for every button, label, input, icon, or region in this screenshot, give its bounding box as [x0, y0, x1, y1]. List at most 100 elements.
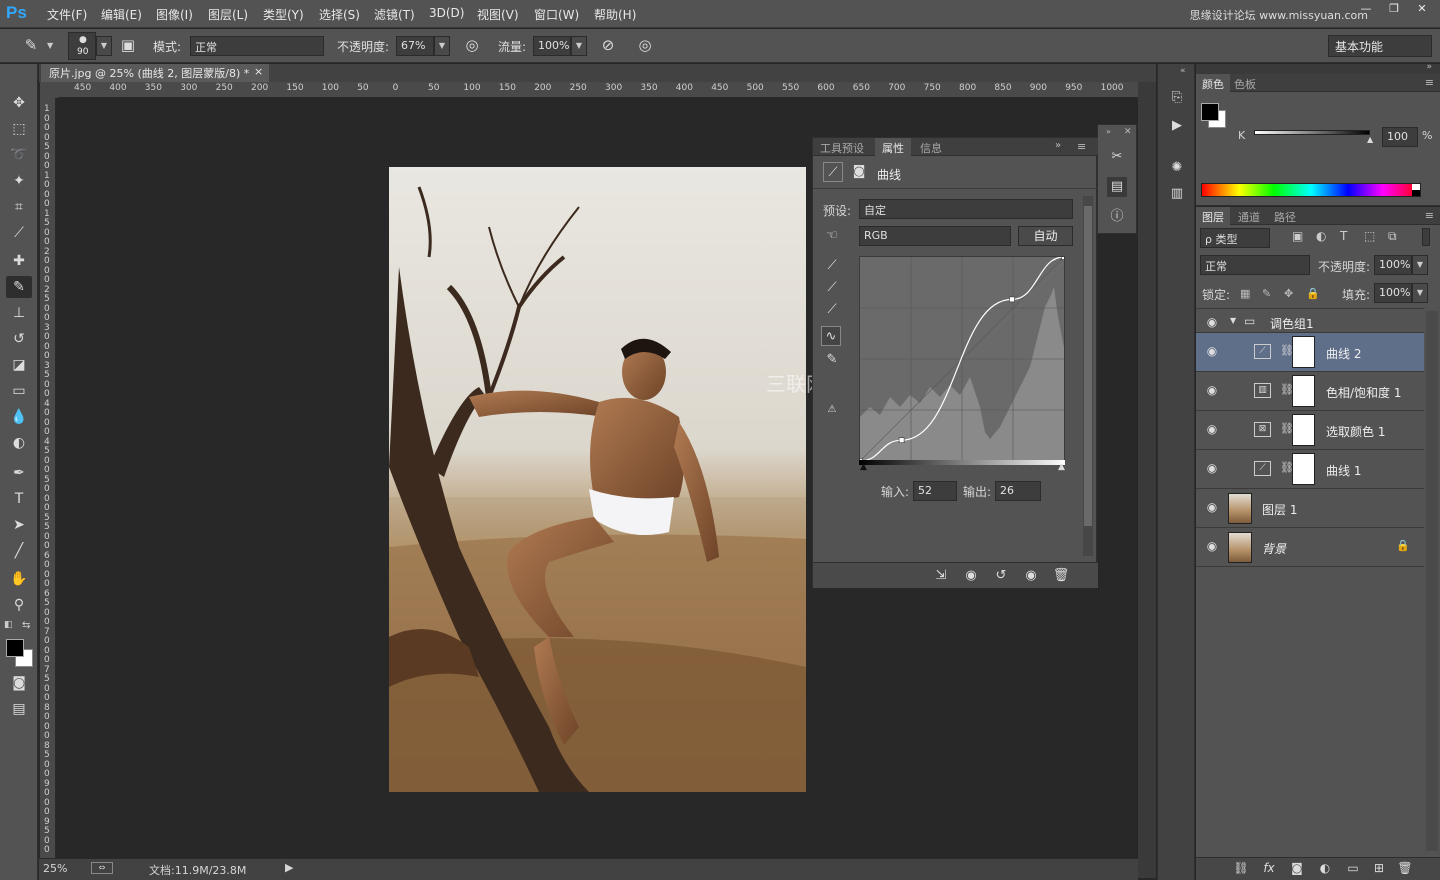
white-point-eyedropper-icon[interactable]: ⟋ [822, 300, 842, 320]
quick-mask-icon[interactable]: ◙ [6, 672, 32, 694]
layer-thumbnail[interactable] [1228, 493, 1252, 524]
menu-3d[interactable]: 3D(D) [429, 6, 464, 20]
document-photo[interactable] [389, 167, 806, 792]
opacity-dropdown[interactable]: ▼ [434, 36, 450, 56]
clipping-warning-icon[interactable]: ⚠ [822, 400, 842, 420]
status-icon[interactable]: ⇔ [91, 862, 113, 874]
status-menu-arrow-icon[interactable]: ▶ [285, 861, 293, 874]
filter-smart-object-icon[interactable]: ⧉ [1388, 229, 1397, 244]
chevron-down-icon[interactable]: ▼ [47, 41, 53, 50]
view-previous-icon[interactable]: ◉ [961, 566, 981, 586]
filter-type-icon[interactable]: T [1340, 229, 1347, 243]
brush-preset-picker[interactable]: ● 90 [68, 32, 96, 60]
layer-row[interactable]: ◉ 背景 🔒 [1196, 528, 1424, 567]
curve-point-tool-icon[interactable]: ∿ [821, 326, 841, 346]
zoom-level[interactable]: 25% [43, 862, 67, 875]
tab-info[interactable]: 信息 [913, 138, 949, 156]
new-group-icon[interactable]: ▭ [1344, 861, 1362, 877]
default-colors-icon[interactable]: ◧ [4, 620, 13, 630]
lock-transparent-icon[interactable]: ▦ [1240, 287, 1250, 300]
flow-input[interactable]: 100% [533, 36, 571, 56]
layer-mask-thumbnail[interactable] [1292, 375, 1315, 407]
tab-color[interactable]: 颜色 [1196, 74, 1230, 92]
actions-play-icon[interactable]: ▶ [1167, 116, 1187, 136]
filter-shape-icon[interactable]: ⬚ [1364, 229, 1375, 243]
slider-thumb-icon[interactable]: ▲ [1367, 135, 1373, 144]
clone-source-icon[interactable]: ▥ [1167, 184, 1187, 204]
minimize-button[interactable]: — [1352, 2, 1380, 16]
fill-dropdown[interactable]: ▼ [1412, 283, 1428, 303]
history-brush-tool-icon[interactable]: ↺ [6, 328, 32, 350]
eye-icon[interactable]: ◉ [1204, 422, 1220, 436]
brush-size-dropdown[interactable]: ▼ [96, 36, 112, 56]
auto-button[interactable]: 自动 [1018, 226, 1073, 246]
filter-pixel-icon[interactable]: ▣ [1292, 229, 1303, 243]
curves-adjustment-icon[interactable]: ⟋ [823, 162, 843, 182]
brush-settings-icon[interactable]: ✺ [1167, 158, 1187, 178]
menu-edit[interactable]: 编辑(E) [101, 6, 142, 23]
foreground-color-swatch[interactable] [1201, 103, 1219, 121]
close-button[interactable]: ✕ [1408, 2, 1436, 16]
menu-view[interactable]: 视图(V) [477, 6, 519, 23]
eyedropper-tool-icon[interactable]: ⟋ [6, 222, 32, 244]
layer-row[interactable]: ◉ ⊠ ⛓ 选取颜色 1 [1196, 411, 1424, 450]
layer-mask-thumbnail[interactable] [1292, 336, 1315, 368]
airbrush-icon[interactable]: ⊘ [597, 34, 619, 56]
ruler-origin[interactable] [40, 82, 58, 98]
tab-paths[interactable]: 路径 [1268, 207, 1302, 225]
tab-swatches[interactable]: 色板 [1228, 74, 1262, 92]
line-tool-icon[interactable]: ╱ [6, 540, 32, 562]
eye-icon[interactable]: ◉ [1204, 461, 1220, 475]
pen-tool-icon[interactable]: ✒ [6, 462, 32, 484]
eye-icon[interactable]: ◉ [1204, 539, 1220, 553]
clip-to-layer-icon[interactable]: ⇲ [931, 566, 951, 586]
menu-filter[interactable]: 滤镜(T) [374, 6, 415, 23]
white-slider-icon[interactable]: ▲ [1058, 462, 1065, 472]
menu-type[interactable]: 类型(Y) [263, 6, 304, 23]
expand-group-icon[interactable]: ▼ [1230, 316, 1236, 325]
lasso-tool-icon[interactable]: ➰ [6, 144, 32, 166]
history-icon[interactable]: ⎘ [1167, 88, 1187, 108]
curves-graph[interactable] [857, 254, 1067, 464]
eye-icon[interactable]: ◉ [1204, 344, 1220, 358]
layers-scrollbar[interactable] [1426, 311, 1438, 851]
hand-tool-icon[interactable]: ✋ [6, 568, 32, 590]
fx-icon[interactable]: fx [1260, 861, 1278, 877]
new-adjustment-icon[interactable]: ◐ [1316, 861, 1334, 877]
layer-row[interactable]: ◉ ▥ ⛓ 色相/饱和度 1 [1196, 372, 1424, 411]
output-value[interactable]: 26 [995, 481, 1041, 501]
brush-panel-icon[interactable]: ▣ [117, 34, 139, 56]
eraser-tool-icon[interactable]: ◪ [6, 354, 32, 376]
new-layer-icon[interactable]: ⊞ [1370, 861, 1388, 877]
collapse-icon[interactable]: » [1055, 140, 1061, 151]
menu-select[interactable]: 选择(S) [319, 6, 360, 23]
brush-tool-icon[interactable]: ✎ [6, 276, 32, 298]
panel-menu-icon[interactable]: ≡ [1425, 76, 1434, 89]
delete-layer-icon[interactable]: 🗑 [1396, 861, 1414, 877]
swap-colors-icon[interactable]: ⇆ [22, 620, 30, 631]
gradient-tool-icon[interactable]: ▭ [6, 380, 32, 402]
target-adjust-hand-icon[interactable]: ☜ [822, 226, 842, 246]
filter-adjustment-icon[interactable]: ◐ [1316, 229, 1326, 243]
menu-help[interactable]: 帮助(H) [594, 6, 636, 23]
lock-position-icon[interactable]: ✥ [1284, 287, 1293, 300]
menu-file[interactable]: 文件(F) [47, 6, 87, 23]
curve-control-point[interactable] [1009, 296, 1015, 303]
layer-filter-select[interactable]: ρ 类型 [1200, 228, 1270, 248]
channel-select[interactable]: RGB [859, 226, 1011, 246]
type-tool-icon[interactable]: T [6, 488, 32, 510]
move-tool-icon[interactable]: ✥ [6, 92, 32, 114]
panel-menu-icon[interactable]: ≡ [1077, 140, 1086, 153]
visibility-icon[interactable]: ◉ [1021, 566, 1041, 586]
lock-image-icon[interactable]: ✎ [1262, 287, 1271, 300]
layer-thumbnail[interactable] [1228, 532, 1252, 563]
properties-scrollbar[interactable] [1083, 196, 1093, 556]
blend-mode-select[interactable]: 正常 [1200, 255, 1310, 275]
k-value-input[interactable]: 100 [1382, 127, 1418, 147]
zoom-tool-icon[interactable]: ⚲ [6, 594, 32, 616]
tab-channels[interactable]: 通道 [1232, 207, 1266, 225]
brush-tool-icon[interactable]: ✎ [20, 34, 42, 56]
pressure-size-icon[interactable]: ◎ [634, 34, 656, 56]
layer-group-row[interactable]: ◉ ▼ ▭ 调色组1 [1196, 311, 1424, 333]
eye-icon[interactable]: ◉ [1204, 315, 1220, 329]
